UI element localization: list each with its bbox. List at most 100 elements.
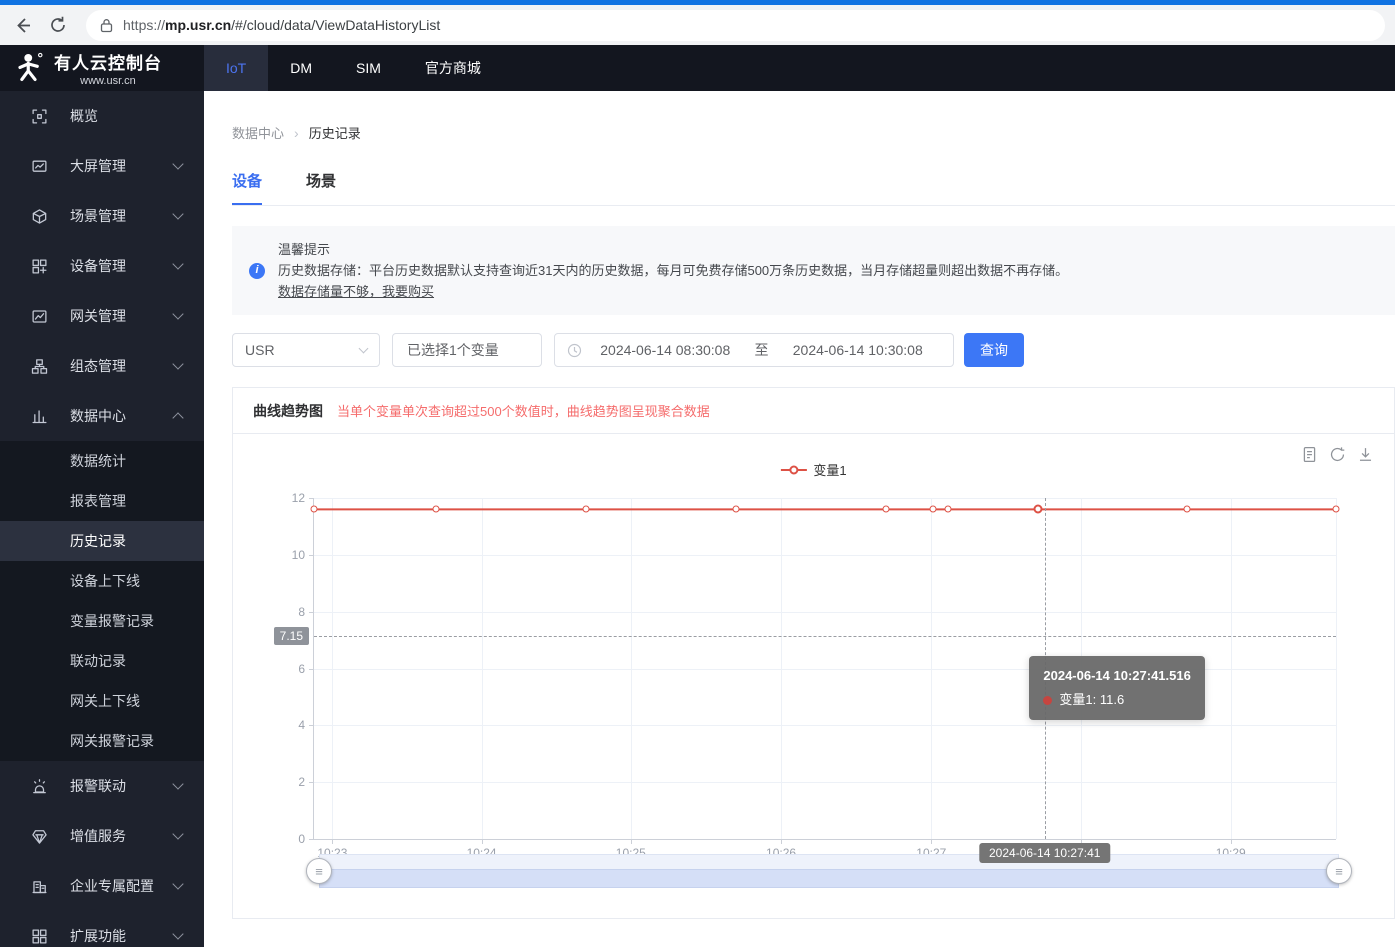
sidebar-subitem-网关上下线[interactable]: 网关上下线 <box>0 681 204 721</box>
tab-设备[interactable]: 设备 <box>232 170 262 205</box>
chevron-down-icon <box>172 258 183 269</box>
tooltip-series-value: 变量1: 11.6 <box>1059 690 1124 710</box>
datazoom-background <box>319 854 1339 869</box>
date-range-picker[interactable]: 2024-06-14 08:30:08 至 2024-06-14 10:30:0… <box>554 333 954 367</box>
data-view-icon[interactable] <box>1301 446 1318 463</box>
data-point[interactable] <box>733 506 740 513</box>
chevron-down-icon <box>172 878 183 889</box>
y-axis-label: 2 <box>298 775 305 789</box>
sidebar-item-label: 企业专属配置 <box>70 876 174 896</box>
chevron-down-icon <box>172 358 183 369</box>
sidebar-item-扩展功能[interactable]: 扩展功能 <box>0 911 204 947</box>
date-end-value[interactable]: 2024-06-14 10:30:08 <box>775 342 942 358</box>
nav-tab-SIM[interactable]: SIM <box>334 45 403 91</box>
browser-toolbar: https://mp.usr.cn/#/cloud/data/ViewDataH… <box>0 5 1395 45</box>
data-point[interactable] <box>944 506 951 513</box>
date-separator: 至 <box>755 340 769 360</box>
variable-select[interactable]: 已选择1个变量 <box>392 333 542 367</box>
date-start-value[interactable]: 2024-06-14 08:30:08 <box>582 342 749 358</box>
sidebar-item-label: 大屏管理 <box>70 156 174 176</box>
chart-toolbox <box>1301 446 1374 463</box>
buy-storage-link[interactable]: 数据存储量不够，我要购买 <box>278 284 434 299</box>
sidebar-item-网关管理[interactable]: 网关管理 <box>0 291 204 341</box>
sidebar-subitem-变量报警记录[interactable]: 变量报警记录 <box>0 601 204 641</box>
address-bar[interactable]: https://mp.usr.cn/#/cloud/data/ViewDataH… <box>86 10 1385 41</box>
datazoom-left-handle[interactable]: ≡ <box>306 858 332 884</box>
datazoom-selected-range[interactable] <box>319 869 1339 888</box>
breadcrumb-parent[interactable]: 数据中心 <box>232 123 284 142</box>
sidebar-item-概览[interactable]: 概览 <box>0 91 204 141</box>
breadcrumb: 数据中心 › 历史记录 <box>232 91 1395 142</box>
y-axis-tick <box>309 839 314 840</box>
sidebar-subitem-数据统计[interactable]: 数据统计 <box>0 441 204 481</box>
sidebar-subitem-历史记录[interactable]: 历史记录 <box>0 521 204 561</box>
usr-person-icon <box>14 52 44 84</box>
data-point[interactable] <box>1183 506 1190 513</box>
sidebar-subitem-设备上下线[interactable]: 设备上下线 <box>0 561 204 601</box>
chevron-up-icon <box>172 412 183 423</box>
filter-bar: USR 已选择1个变量 2024-06-14 08:30:08 至 2024-0… <box>232 333 1395 367</box>
sidebar-item-大屏管理[interactable]: 大屏管理 <box>0 141 204 191</box>
sidebar-subitem-报表管理[interactable]: 报表管理 <box>0 481 204 521</box>
sidebar-item-企业专属配置[interactable]: 企业专属配置 <box>0 861 204 911</box>
logo-subtitle: www.usr.cn <box>54 75 162 87</box>
refresh-icon[interactable] <box>44 11 72 39</box>
url-text: https://mp.usr.cn/#/cloud/data/ViewDataH… <box>123 17 440 33</box>
chevron-down-icon <box>172 158 183 169</box>
sidebar-item-label: 概览 <box>70 106 182 126</box>
sidebar-item-数据中心[interactable]: 数据中心 <box>0 391 204 441</box>
data-center-icon <box>30 407 48 425</box>
y-axis-label: 0 <box>298 832 305 846</box>
back-icon[interactable] <box>8 11 36 39</box>
data-point[interactable] <box>930 506 937 513</box>
legend-line-circle-icon <box>780 465 806 475</box>
sidebar-item-label: 增值服务 <box>70 826 174 846</box>
data-point[interactable] <box>1033 505 1042 514</box>
nav-tab-IoT[interactable]: IoT <box>204 45 268 91</box>
sidebar-item-场景管理[interactable]: 场景管理 <box>0 191 204 241</box>
datazoom-slider[interactable]: ≡ ≡ <box>319 854 1339 889</box>
y-axis-label: 10 <box>292 548 305 562</box>
tab-场景[interactable]: 场景 <box>306 170 336 205</box>
data-point[interactable] <box>432 506 439 513</box>
legend[interactable]: 变量1 <box>780 460 846 479</box>
sidebar-subitem-网关报警记录[interactable]: 网关报警记录 <box>0 721 204 761</box>
y-axis-label: 12 <box>292 491 305 505</box>
sidebar: 概览大屏管理场景管理设备管理网关管理组态管理数据中心数据统计报表管理历史记录设备… <box>0 91 204 947</box>
x-axis-tick <box>1231 839 1232 844</box>
x-axis-tick <box>631 839 632 844</box>
chevron-down-icon <box>172 308 183 319</box>
sidebar-item-增值服务[interactable]: 增值服务 <box>0 811 204 861</box>
logo[interactable]: 有人云控制台 www.usr.cn <box>0 45 204 91</box>
sidebar-item-组态管理[interactable]: 组态管理 <box>0 341 204 391</box>
sidebar-item-报警联动[interactable]: 报警联动 <box>0 761 204 811</box>
nav-tab-DM[interactable]: DM <box>268 45 334 91</box>
notice-title: 温馨提示 <box>278 239 1375 260</box>
breadcrumb-current: 历史记录 <box>309 123 361 142</box>
lock-icon <box>100 18 113 33</box>
scada-icon <box>30 357 48 375</box>
data-point[interactable] <box>1333 506 1340 513</box>
download-icon[interactable] <box>1357 446 1374 463</box>
datazoom-right-handle[interactable]: ≡ <box>1326 858 1352 884</box>
restore-refresh-icon[interactable] <box>1329 446 1346 463</box>
plot-area[interactable]: 02468101210:2310:2410:2510:2610:2710:281… <box>313 498 1336 840</box>
x-axis-tick <box>482 839 483 844</box>
nav-tab-官方商城[interactable]: 官方商城 <box>403 45 503 91</box>
data-point[interactable] <box>311 506 318 513</box>
sidebar-item-设备管理[interactable]: 设备管理 <box>0 241 204 291</box>
chevron-down-icon <box>172 928 183 939</box>
x-axis-tick <box>781 839 782 844</box>
data-point[interactable] <box>883 506 890 513</box>
query-button[interactable]: 查询 <box>964 333 1024 367</box>
sidebar-item-label: 网关管理 <box>70 306 174 326</box>
info-icon: i <box>249 263 265 279</box>
device-select[interactable]: USR <box>232 333 380 367</box>
main-content: 数据中心 › 历史记录 设备场景 i 温馨提示 历史数据存储：平台历史数据默认支… <box>204 91 1395 947</box>
data-point[interactable] <box>582 506 589 513</box>
chevron-down-icon <box>172 828 183 839</box>
sidebar-item-label: 组态管理 <box>70 356 174 376</box>
sidebar-subitem-联动记录[interactable]: 联动记录 <box>0 641 204 681</box>
alarm-icon <box>30 777 48 795</box>
chart-aggregation-note: 当单个变量单次查询超过500个数值时，曲线趋势图呈现聚合数据 <box>337 401 710 420</box>
